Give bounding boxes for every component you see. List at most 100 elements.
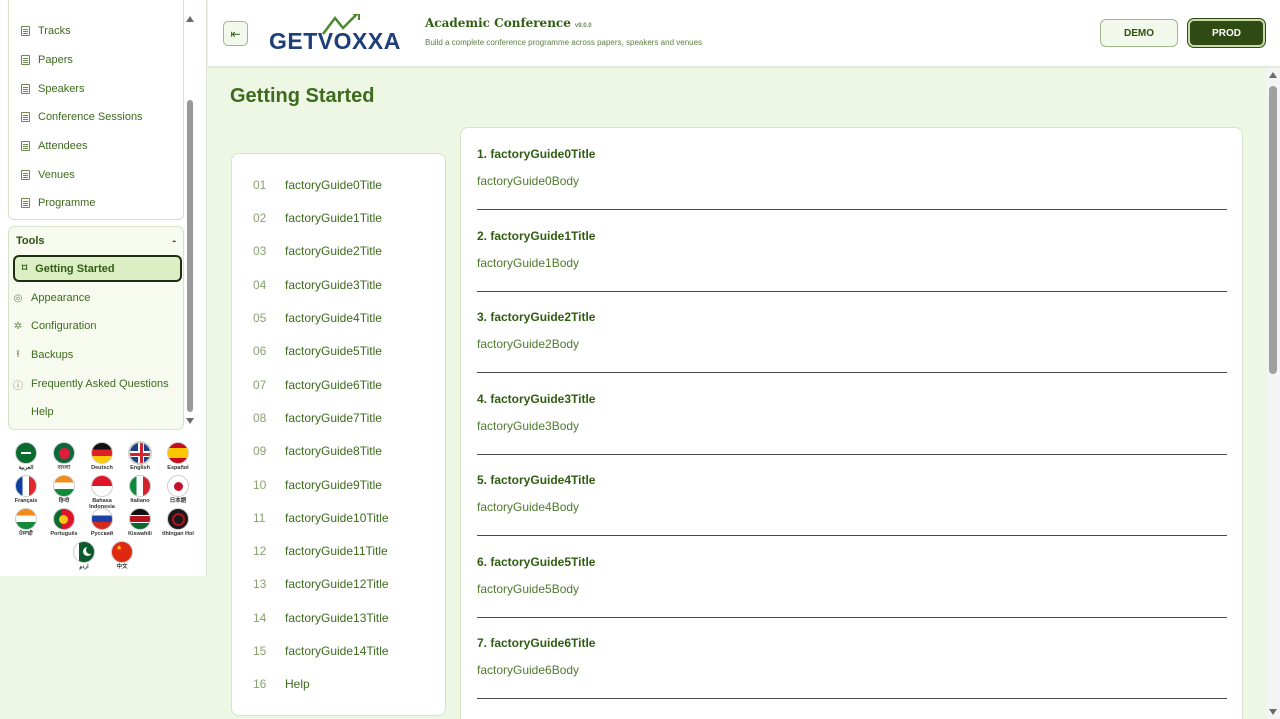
language-indonesian[interactable]: Bahasa Indonesia <box>86 475 118 510</box>
toc-item[interactable]: 04 factoryGuide3Title <box>253 276 382 294</box>
language-arabic[interactable]: العربية <box>10 442 42 471</box>
collapse-menu-icon: ⇤ <box>230 26 241 41</box>
sidebar: Tracks Papers Speakers Conference Sessio… <box>0 0 207 576</box>
russia-flag <box>91 508 113 530</box>
language-bengali[interactable]: বাংলা <box>48 442 80 471</box>
tool-item-label: Frequently Asked Questions <box>31 378 169 390</box>
tool-item-label: Help <box>31 406 54 418</box>
scrollbar-thumb[interactable] <box>187 100 193 412</box>
toc-item[interactable]: 14 factoryGuide13Title <box>253 609 389 627</box>
language-hindi[interactable]: हिन्दी <box>48 475 80 504</box>
document-icon <box>20 141 30 151</box>
language-russian[interactable]: Русский <box>86 508 118 537</box>
toc-item[interactable]: 12 factoryGuide11Title <box>253 542 388 560</box>
sidebar-item-label: Venues <box>38 169 75 181</box>
gear-icon: ✲ <box>13 320 23 332</box>
sidebar-scrollbar[interactable] <box>186 16 194 424</box>
spain-flag <box>167 442 189 464</box>
toc-item[interactable]: 06 factoryGuide5Title <box>253 342 382 360</box>
tool-item-label: Configuration <box>31 320 97 332</box>
tool-item-label: Getting Started <box>35 262 115 275</box>
toc-item[interactable]: 15 factoryGuide14Title <box>253 642 389 660</box>
tool-item-faq[interactable]: ⓘ Frequently Asked Questions <box>13 374 169 394</box>
scroll-up-arrow-icon[interactable] <box>186 16 194 22</box>
language-german[interactable]: Deutsch <box>86 442 118 471</box>
guide-body: factoryGuide1Body <box>477 256 580 270</box>
scroll-down-arrow-icon[interactable] <box>186 418 194 424</box>
scroll-up-arrow-icon[interactable] <box>1269 72 1277 78</box>
toc-item[interactable]: 13 factoryGuide12Title <box>253 575 389 593</box>
tool-item-getting-started[interactable]: ⌑ Getting Started <box>13 255 182 282</box>
toc-item[interactable]: 09 factoryGuide8Title <box>253 442 382 460</box>
india-flag <box>53 475 75 497</box>
sidebar-item-label: Conference Sessions <box>38 111 143 123</box>
language-chinese[interactable]: ★ 中文 <box>106 541 138 570</box>
sidebar-item-label: Attendees <box>38 140 88 152</box>
guide-title: 2. factoryGuide1Title <box>477 229 596 243</box>
france-flag <box>15 475 37 497</box>
document-icon <box>20 26 30 36</box>
guide-title: 1. factoryGuide0Title <box>477 147 596 161</box>
sidebar-item-tracks[interactable]: Tracks <box>20 21 71 41</box>
sidebar-scroll-area[interactable]: Tracks Papers Speakers Conference Sessio… <box>0 0 200 434</box>
language-english[interactable]: English <box>124 442 156 471</box>
toc-item[interactable]: 11 factoryGuide10Title <box>253 509 389 527</box>
guide-section: 5. factoryGuide4Title factoryGuide4Body <box>477 454 1227 536</box>
language-portuguese[interactable]: Português <box>48 508 80 537</box>
guide-section: 4. factoryGuide3Title factoryGuide3Body <box>477 373 1227 455</box>
guide-title: 6. factoryGuide5Title <box>477 555 596 569</box>
main-scrollbar[interactable] <box>1266 68 1280 719</box>
sidebar-item-speakers[interactable]: Speakers <box>20 79 84 99</box>
prod-button[interactable]: PROD <box>1188 19 1265 47</box>
scrollbar-thumb[interactable] <box>1269 86 1277 374</box>
toc-item[interactable]: 07 factoryGuide6Title <box>253 376 382 394</box>
japan-flag <box>167 475 189 497</box>
pakistan-flag <box>73 541 95 563</box>
portugal-flag <box>53 508 75 530</box>
guide-title: 5. factoryGuide4Title <box>477 473 596 487</box>
toc-item[interactable]: 01 factoryGuide0Title <box>253 176 382 194</box>
scroll-down-arrow-icon[interactable] <box>1269 709 1277 715</box>
upload-icon: ⭱ <box>16 348 20 360</box>
language-japanese[interactable]: 日本語 <box>162 475 194 504</box>
guide-section: 6. factoryGuide5Title factoryGuide5Body <box>477 536 1227 618</box>
guide-body: factoryGuide5Body <box>477 582 580 596</box>
tool-item-help[interactable]: Help <box>13 402 54 422</box>
toc-item[interactable]: 08 factoryGuide7Title <box>253 409 382 427</box>
toc-item[interactable]: 16 Help <box>253 675 310 693</box>
sidebar-item-conference-sessions[interactable]: Conference Sessions <box>20 107 143 127</box>
logo-text: GETVOXXA <box>269 28 401 54</box>
toc-item[interactable]: 05 factoryGuide4Title <box>253 309 382 327</box>
tool-item-backups[interactable]: ⭱ Backups <box>13 345 73 365</box>
toc-item[interactable]: 02 factoryGuide1Title <box>253 209 382 227</box>
app-version: v9.0.0 <box>574 23 592 29</box>
guide-body: factoryGuide4Body <box>477 500 580 514</box>
toc-item[interactable]: 03 factoryGuide2Title <box>253 242 382 260</box>
sidebar-item-programme[interactable]: Programme <box>20 193 95 213</box>
question-icon: ⓘ <box>13 380 23 392</box>
demo-button[interactable]: DEMO <box>1100 19 1178 47</box>
guide-body: factoryGuide0Body <box>477 174 580 188</box>
china-flag: ★ <box>111 541 133 563</box>
guide-table-of-contents: 01 factoryGuide0Title 02 factoryGuide1Titl… <box>231 153 446 716</box>
tool-item-configuration[interactable]: ✲ Configuration <box>13 316 97 336</box>
tools-header[interactable]: Tools - <box>16 233 176 249</box>
tool-item-appearance[interactable]: ◎ Appearance <box>13 288 91 308</box>
language-klingon[interactable]: tlhIngan Hol <box>162 508 194 537</box>
guide-section: 1. factoryGuide0Title factoryGuide0Body <box>477 128 1227 210</box>
language-urdu[interactable]: اردو <box>68 541 100 570</box>
sidebar-item-attendees[interactable]: Attendees <box>20 136 88 156</box>
toggle-sidebar-button[interactable]: ⇤ <box>223 21 248 46</box>
sidebar-item-venues[interactable]: Venues <box>20 165 75 185</box>
page-title: Getting Started <box>230 85 375 107</box>
tools-section: Tools - ⌑ Getting Started ◎ Appearance ✲… <box>8 226 184 430</box>
collapse-toggle[interactable]: - <box>172 235 176 247</box>
sidebar-item-papers[interactable]: Papers <box>20 50 73 70</box>
book-open-icon: ⌑ <box>22 263 28 274</box>
language-spanish[interactable]: Español <box>162 442 194 471</box>
language-french[interactable]: Français <box>10 475 42 504</box>
language-swahili[interactable]: Kiswahili <box>124 508 156 537</box>
toc-item[interactable]: 10 factoryGuide9Title <box>253 476 382 494</box>
language-punjabi[interactable]: ਪੰਜਾਬੀ <box>10 508 42 537</box>
language-italian[interactable]: Italiano <box>124 475 156 504</box>
